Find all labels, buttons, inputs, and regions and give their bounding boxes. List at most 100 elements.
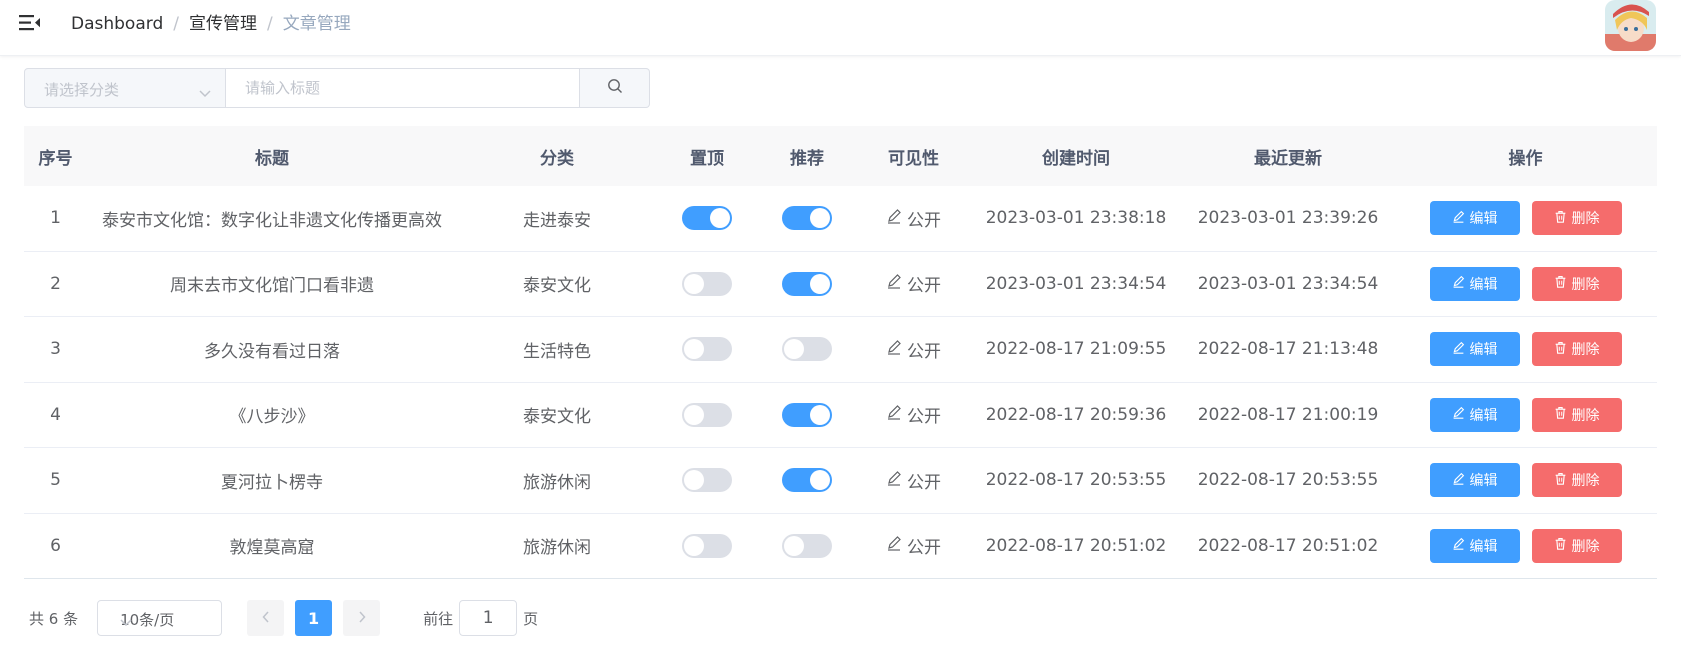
- column-header-visibility: 可见性: [888, 148, 939, 169]
- recommended-toggle[interactable]: [782, 206, 832, 231]
- prev-page-button[interactable]: [247, 600, 285, 636]
- row-updated-time: 2023-03-01 23:34:54: [1197, 273, 1379, 294]
- table-body: 1 泰安市文化馆：数字化让非遗文化传播更高效 走进泰安 公开 2023-03-01 23…: [24, 186, 1657, 579]
- row-category: 泰安文化: [523, 276, 591, 297]
- visibility-label: 公开: [907, 210, 941, 231]
- row-index: 2: [50, 273, 61, 294]
- delete-button-label: 删除: [1571, 276, 1600, 293]
- edit-pen-icon: [886, 208, 902, 229]
- edit-icon: [1452, 537, 1465, 554]
- row-title: 泰安市文化馆：数字化让非遗文化传播更高效: [102, 210, 442, 231]
- top-navbar: Dashboard / 宣传管理 / 文章管理: [0, 0, 1681, 56]
- edit-button[interactable]: 编辑: [1429, 201, 1520, 236]
- actions-cell: 编辑 删除: [1394, 383, 1657, 448]
- visibility-link[interactable]: 公开: [886, 206, 941, 231]
- edit-button[interactable]: 编辑: [1429, 397, 1520, 432]
- next-page-button[interactable]: [343, 600, 381, 636]
- user-avatar[interactable]: [1605, 0, 1656, 51]
- visibility-label: 公开: [907, 538, 941, 559]
- table-row: 3 多久没有看过日落 生活特色 公开 2022-08-17 21:09:55 2022-0…: [24, 317, 1657, 383]
- recommended-toggle[interactable]: [782, 402, 832, 427]
- recommended-cell: [757, 514, 857, 579]
- pinned-toggle[interactable]: [682, 337, 732, 362]
- breadcrumb-dashboard[interactable]: Dashboard: [71, 13, 163, 35]
- pinned-toggle[interactable]: [682, 206, 732, 231]
- row-updated-time: 2022-08-17 20:51:02: [1197, 535, 1379, 556]
- category-select-placeholder: 请选择分类: [44, 81, 120, 99]
- pinned-toggle[interactable]: [682, 271, 732, 296]
- chevron-down-icon: [120, 613, 211, 631]
- edit-pen-icon: [886, 404, 902, 425]
- row-title: 夏河拉卜楞寺: [221, 472, 323, 493]
- page-number-current[interactable]: 1: [295, 600, 333, 636]
- article-table: 序号 标题 分类 置顶 推荐 可见性 创建时间 最近更新 操作 1 泰安市文化馆：…: [24, 126, 1657, 579]
- visibility-link[interactable]: 公开: [886, 533, 941, 558]
- delete-button[interactable]: 删除: [1531, 266, 1622, 301]
- pagination: 共 6 条 10条/页 1 前往 页: [29, 600, 538, 636]
- pinned-toggle[interactable]: [682, 533, 732, 558]
- edit-button-label: 编辑: [1469, 473, 1498, 490]
- goto-page-input[interactable]: [459, 600, 518, 636]
- trash-icon: [1554, 537, 1567, 554]
- edit-button[interactable]: 编辑: [1429, 266, 1520, 301]
- breadcrumb-promotion[interactable]: 宣传管理: [189, 13, 257, 35]
- delete-button[interactable]: 删除: [1531, 332, 1622, 367]
- visibility-cell: 公开: [857, 186, 970, 251]
- breadcrumb: Dashboard / 宣传管理 / 文章管理: [71, 13, 351, 35]
- visibility-link[interactable]: 公开: [886, 468, 941, 493]
- row-title: 敦煌莫高窟: [229, 538, 315, 559]
- column-header-recommended: 推荐: [790, 148, 824, 169]
- table-row: 4 《八步沙》 泰安文化 公开 2022-08-17 20:59:36 2022-08-1…: [24, 383, 1657, 448]
- recommended-toggle[interactable]: [782, 271, 832, 296]
- edit-button[interactable]: 编辑: [1429, 528, 1520, 563]
- breadcrumb-current: 文章管理: [282, 14, 351, 34]
- row-updated-time: 2022-08-17 21:00:19: [1197, 404, 1379, 425]
- edit-icon: [1452, 210, 1465, 227]
- breadcrumb-separator: /: [266, 14, 273, 34]
- visibility-cell: 公开: [857, 448, 970, 513]
- row-created-time: 2022-08-17 20:53:55: [985, 470, 1167, 491]
- edit-button[interactable]: 编辑: [1429, 463, 1520, 498]
- delete-button-label: 删除: [1571, 407, 1600, 424]
- recommended-toggle[interactable]: [782, 468, 832, 493]
- hamburger-menu-icon[interactable]: [19, 13, 41, 33]
- breadcrumb-separator: /: [173, 14, 179, 34]
- visibility-link[interactable]: 公开: [886, 271, 941, 296]
- table-row: 2 周末去市文化馆门口看非遗 泰安文化 公开 2023-03-01 23:34:54 20…: [24, 252, 1657, 317]
- pinned-toggle[interactable]: [682, 402, 732, 427]
- edit-icon: [1452, 275, 1465, 292]
- delete-button[interactable]: 删除: [1531, 201, 1622, 236]
- goto-page-suffix: 页: [523, 609, 539, 628]
- row-title: 《八步沙》: [229, 407, 315, 428]
- row-created-time: 2023-03-01 23:38:18: [985, 208, 1167, 229]
- row-category: 旅游休闲: [523, 538, 591, 559]
- row-index: 5: [50, 470, 61, 491]
- title-search-input[interactable]: [226, 68, 580, 108]
- visibility-link[interactable]: 公开: [886, 337, 941, 362]
- goto-label: 前往: [423, 609, 454, 628]
- column-header-category: 分类: [540, 148, 574, 169]
- edit-pen-icon: [886, 273, 902, 294]
- actions-cell: 编辑 删除: [1394, 317, 1657, 382]
- actions-cell: 编辑 删除: [1394, 186, 1657, 251]
- edit-button-label: 编辑: [1469, 407, 1498, 424]
- search-icon: [607, 78, 623, 98]
- delete-button[interactable]: 删除: [1531, 397, 1622, 432]
- search-button[interactable]: [580, 68, 650, 108]
- edit-button[interactable]: 编辑: [1429, 332, 1520, 367]
- recommended-cell: [757, 383, 857, 448]
- visibility-link[interactable]: 公开: [886, 402, 941, 427]
- delete-button[interactable]: 删除: [1531, 528, 1622, 563]
- chevron-right-icon: [358, 609, 366, 627]
- page-size-select[interactable]: 10条/页: [97, 600, 223, 636]
- recommended-cell: [757, 317, 857, 382]
- recommended-toggle[interactable]: [782, 533, 832, 558]
- category-select[interactable]: 请选择分类: [24, 68, 226, 108]
- edit-pen-icon: [886, 470, 902, 491]
- trash-icon: [1554, 210, 1567, 227]
- pinned-toggle[interactable]: [682, 468, 732, 493]
- filter-bar: 请选择分类: [24, 68, 650, 108]
- recommended-toggle[interactable]: [782, 337, 832, 362]
- delete-button[interactable]: 删除: [1531, 463, 1622, 498]
- row-created-time: 2022-08-17 20:51:02: [985, 535, 1167, 556]
